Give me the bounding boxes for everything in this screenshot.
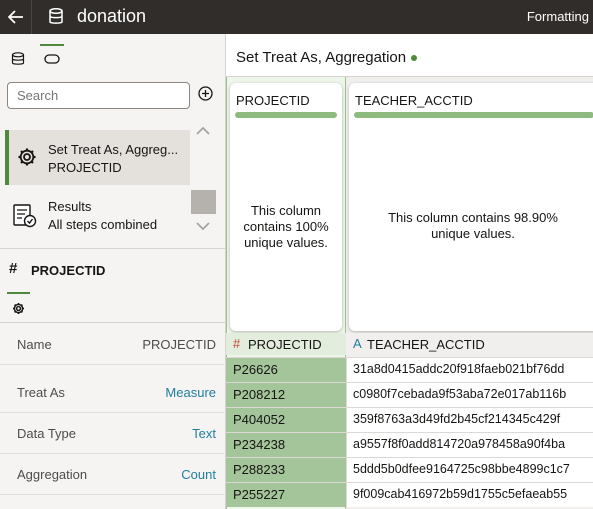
table-cell[interactable]: P255227 xyxy=(226,483,346,507)
table-cell[interactable]: P26626 xyxy=(226,358,346,382)
column-properties-tab[interactable] xyxy=(7,292,30,318)
search-input[interactable] xyxy=(7,82,190,109)
column-header-label: PROJECTID xyxy=(248,337,322,352)
number-type-icon: # xyxy=(9,260,18,277)
step-subtitle: All steps combined xyxy=(48,217,158,232)
table-row: P26626 31a8d0415addc20f918faeb021bf76dd xyxy=(226,357,593,382)
step-subtitle: PROJECTID xyxy=(48,160,122,175)
table-cell[interactable]: 9f009cab416972b59d1755c5efaeab55 xyxy=(346,483,593,507)
table-row: P288233 5ddd5b0dfee9164725c98bbe4899c1c7 xyxy=(226,457,593,482)
table-row: P234238 a9557f8f0add814720a978458a90f4ba xyxy=(226,432,593,457)
column-header-label: TEACHER_ACCTID xyxy=(367,337,485,352)
selected-column-name: PROJECTID xyxy=(31,263,106,278)
table-cell[interactable]: P208212 xyxy=(226,383,346,407)
card-description: This column contains 98.90% unique value… xyxy=(388,210,558,241)
divider xyxy=(0,453,226,454)
table-row: P255227 9f009cab416972b59d1755c5efaeab55 xyxy=(226,482,593,507)
property-value: PROJECTID xyxy=(142,337,216,352)
property-label: Treat As xyxy=(17,385,65,400)
divider xyxy=(0,364,226,365)
data-tab-database-icon[interactable] xyxy=(11,52,25,66)
arrow-left-icon xyxy=(7,10,23,24)
scroll-up-chevron-icon[interactable] xyxy=(196,126,210,135)
number-type-icon: # xyxy=(233,336,241,351)
steps-icon xyxy=(44,54,60,64)
scrollbar-thumb[interactable] xyxy=(191,190,216,214)
data-preview: PROJECTID This column contains 100% uniq… xyxy=(226,77,593,509)
table-cell[interactable]: c0980f7cebada9f53aba72e017ab116b xyxy=(346,383,593,407)
table-cell[interactable]: 5ddd5b0dfee9164725c98bbe4899c1c7 xyxy=(346,458,593,482)
results-icon xyxy=(13,204,37,228)
divider xyxy=(0,412,226,413)
step-header-title: Set Treat As, Aggregation xyxy=(236,49,407,66)
formatting-label[interactable]: Formatting xyxy=(527,9,589,24)
table-cell[interactable]: P288233 xyxy=(226,458,346,482)
card-title: TEACHER_ACCTID xyxy=(355,93,473,108)
divider xyxy=(0,494,226,495)
database-icon xyxy=(49,8,63,24)
app-title: donation xyxy=(77,6,147,26)
property-row-aggregation: Aggregation Count xyxy=(0,455,226,495)
table-cell[interactable]: a9557f8f0add814720a978458a90f4ba xyxy=(346,433,593,457)
text-type-icon: A xyxy=(353,336,362,351)
column-header-projectid[interactable]: # PROJECTID xyxy=(226,333,346,355)
unique-values-bar xyxy=(354,112,593,118)
back-button[interactable] xyxy=(0,0,32,34)
table-cell[interactable]: 359f8763a3d49fd2b45cf214345c429f xyxy=(346,408,593,432)
steps-tab[interactable] xyxy=(40,44,64,70)
divider xyxy=(0,322,226,323)
top-bar: donation Formatting xyxy=(0,0,593,34)
step-item-set-treat-as[interactable]: Set Treat As, Aggreg... PROJECTID xyxy=(5,130,190,185)
step-item-results[interactable]: Results All steps combined xyxy=(5,194,190,238)
data-type-link[interactable]: Text xyxy=(192,426,216,441)
main-panel: Set Treat As, Aggregation PROJECTID This… xyxy=(226,34,593,509)
table-row: P208212 c0980f7cebada9f53aba72e017ab116b xyxy=(226,382,593,407)
property-row-treat-as: Treat As Measure xyxy=(0,373,226,413)
property-label: Data Type xyxy=(17,426,77,441)
card-title: PROJECTID xyxy=(236,93,310,108)
active-tab-indicator xyxy=(40,44,64,46)
table-cell[interactable]: P234238 xyxy=(226,433,346,457)
add-step-icon[interactable] xyxy=(198,86,213,101)
property-row-name: Name PROJECTID xyxy=(0,325,226,365)
property-row-data-type: Data Type Text xyxy=(0,414,226,454)
gear-icon xyxy=(12,302,25,315)
aggregation-link[interactable]: Count xyxy=(181,467,216,482)
property-label: Name xyxy=(17,337,52,352)
card-description: This column contains 100% unique values. xyxy=(243,203,329,250)
column-profile-card-projectid[interactable]: PROJECTID This column contains 100% uniq… xyxy=(230,83,342,331)
divider xyxy=(0,248,226,249)
active-tab-indicator xyxy=(7,292,30,294)
column-profile-card-teacher-acctid[interactable]: TEACHER_ACCTID This column contains 98.9… xyxy=(349,83,593,331)
step-header: Set Treat As, Aggregation xyxy=(236,49,418,66)
scroll-down-chevron-icon[interactable] xyxy=(196,222,210,231)
table-cell[interactable]: P404052 xyxy=(226,408,346,432)
table-cell[interactable]: 31a8d0415addc20f918faeb021bf76dd xyxy=(346,358,593,382)
column-header-teacher-acctid[interactable]: A TEACHER_ACCTID xyxy=(346,333,593,355)
treat-as-link[interactable]: Measure xyxy=(165,385,216,400)
status-dot-icon xyxy=(411,55,418,62)
gear-icon xyxy=(18,148,36,166)
step-title: Results xyxy=(48,199,92,214)
property-label: Aggregation xyxy=(17,467,88,482)
left-panel: Set Treat As, Aggreg... PROJECTID Result… xyxy=(0,34,226,509)
unique-values-bar xyxy=(235,112,337,118)
table-row: P404052 359f8763a3d49fd2b45cf214345c429f xyxy=(226,407,593,432)
step-title: Set Treat As, Aggreg... xyxy=(48,142,179,157)
